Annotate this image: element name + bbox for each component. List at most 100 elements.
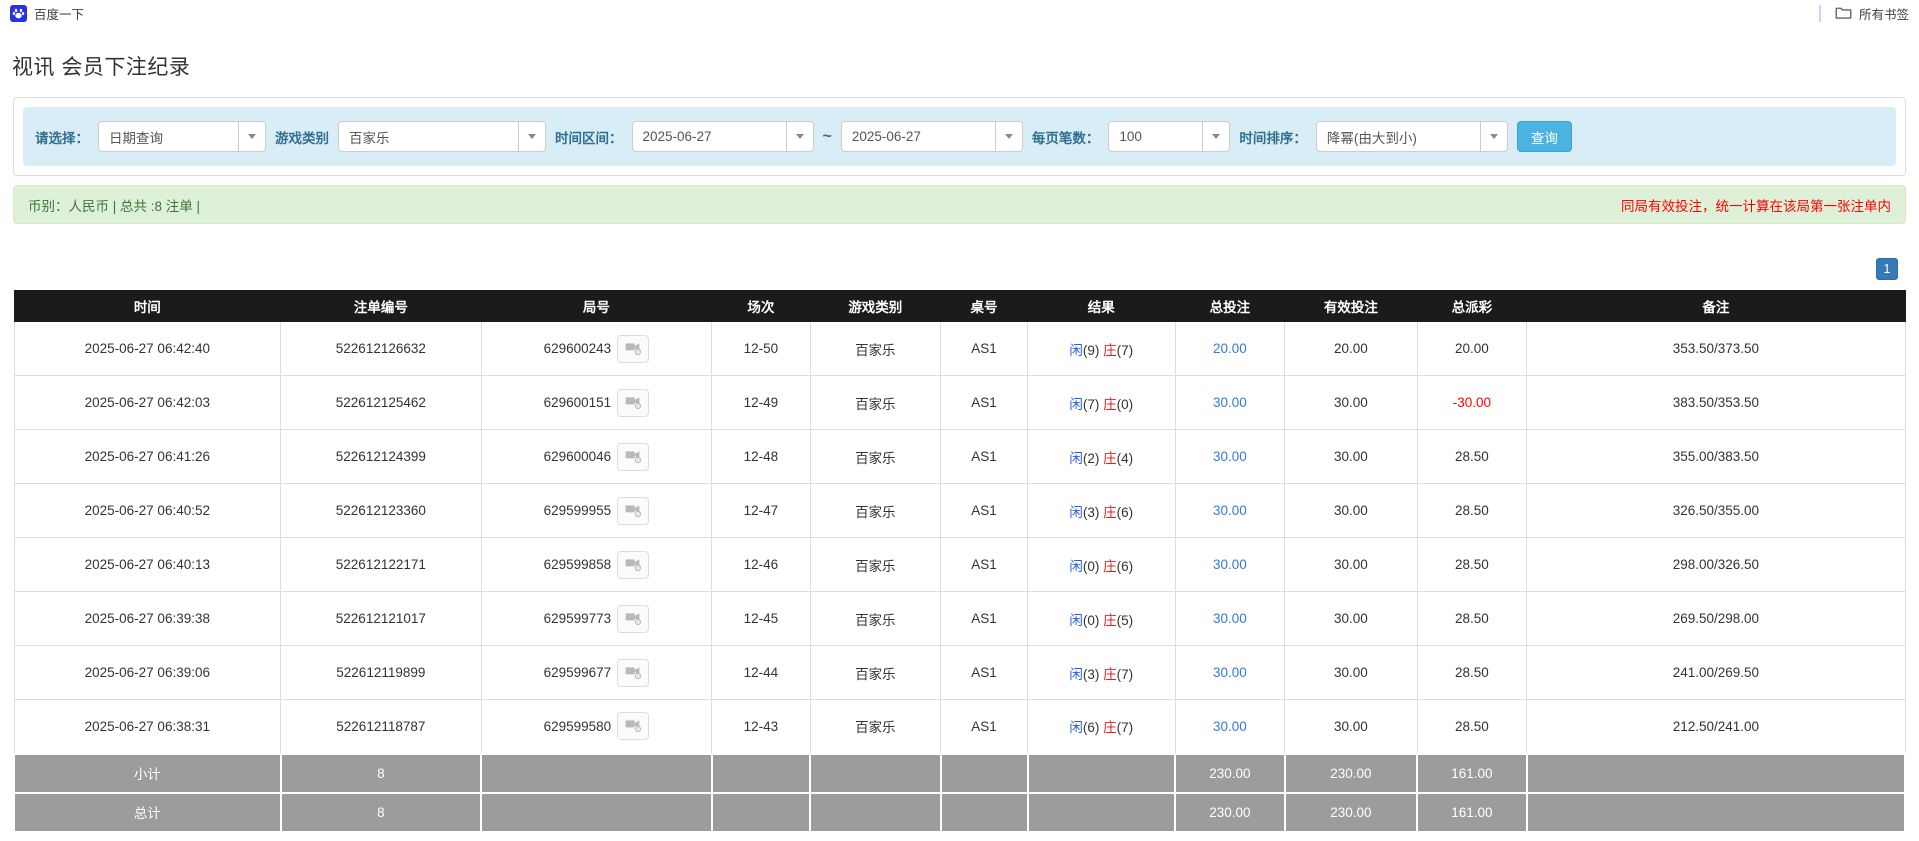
result-player: 闲 <box>1069 396 1083 412</box>
cell-valid-bet: 30.00 <box>1284 537 1418 592</box>
total-bet-link[interactable]: 30.00 <box>1213 395 1247 410</box>
date-to-value: 2025-06-27 <box>851 129 921 144</box>
cell-payout: 28.50 <box>1416 537 1528 592</box>
cell-result: 闲(0) 庄(5) <box>1027 591 1176 646</box>
video-replay-button[interactable] <box>617 334 650 363</box>
round-number: 629600046 <box>543 449 612 464</box>
cell-round: 629599773 <box>480 591 713 646</box>
sum-valid-bet: 230.00 <box>1283 752 1419 794</box>
query-type-select[interactable]: 日期查询 <box>98 121 266 152</box>
total-bet-link[interactable]: 30.00 <box>1213 611 1247 626</box>
page-size-select[interactable]: 100 <box>1108 121 1231 152</box>
result-banker-count: (5) <box>1116 612 1134 628</box>
sum-empty-round <box>480 752 713 794</box>
cell-total-bet: 30.00 <box>1174 591 1286 646</box>
page-1-button[interactable]: 1 <box>1876 258 1898 280</box>
result-player: 闲 <box>1069 612 1083 628</box>
sum-empty-game <box>809 752 942 794</box>
cell-table-no: AS1 <box>940 375 1029 430</box>
sort-order-value: 降幂(由大到小) <box>1326 130 1417 146</box>
result-player-count: (7) <box>1082 396 1100 412</box>
video-replay-button[interactable] <box>617 604 650 633</box>
total-bet-link[interactable]: 30.00 <box>1213 665 1247 680</box>
table-row: 2025-06-27 06:38:31 522612118787 629599580… <box>13 699 1906 754</box>
table-row: 2025-06-27 06:41:26 522612124399 629600046… <box>13 429 1906 484</box>
sum-empty-round <box>480 791 713 833</box>
total-bet-link[interactable]: 30.00 <box>1213 503 1247 518</box>
total-bet-link[interactable]: 20.00 <box>1213 341 1247 356</box>
chevron-down-icon <box>238 122 265 151</box>
cell-bet-id: 522612122171 <box>280 537 482 592</box>
cell-valid-bet: 30.00 <box>1284 591 1418 646</box>
cell-remark: 355.00/383.50 <box>1526 429 1906 484</box>
cell-total-bet: 30.00 <box>1174 699 1286 754</box>
cell-game: 百家乐 <box>809 537 942 592</box>
cell-payout: 28.50 <box>1416 591 1528 646</box>
cell-result: 闲(3) 庄(6) <box>1027 483 1176 538</box>
sort-order-select[interactable]: 降幂(由大到小) <box>1315 121 1508 152</box>
column-header: 注单编号 <box>280 290 482 322</box>
cell-session: 12-46 <box>711 537 811 592</box>
sum-empty-remark <box>1525 752 1907 794</box>
bet-records-table: 时间 注单编号 局号 场次 游戏类别 桌号 结果 总投注 有效投注 总派彩 备注 2025-06-2… <box>13 290 1907 833</box>
sort-order-label: 时间排序： <box>1239 130 1307 146</box>
cell-time: 2025-06-27 06:42:03 <box>13 375 282 430</box>
sum-total-bet: 230.00 <box>1174 791 1286 833</box>
cell-game: 百家乐 <box>809 645 942 700</box>
cell-bet-id: 522612125462 <box>280 375 482 430</box>
result-banker: 庄 <box>1103 450 1117 466</box>
game-category-select[interactable]: 百家乐 <box>338 121 546 152</box>
cell-round: 629599677 <box>480 645 713 700</box>
round-number: 629600243 <box>543 341 612 356</box>
video-replay-button[interactable] <box>617 658 650 687</box>
cell-valid-bet: 20.00 <box>1284 321 1418 376</box>
result-player: 闲 <box>1069 450 1083 466</box>
range-separator: ~ <box>822 127 832 145</box>
video-camera-icon <box>625 717 642 735</box>
page-title: 视讯 会员下注纪录 <box>12 56 191 79</box>
round-number: 629599858 <box>543 557 612 572</box>
bookmarks-bar: 百度一下 所有书签 <box>0 0 1919 27</box>
cell-session: 12-43 <box>711 699 811 754</box>
filter-panel: 请选择： 日期查询 游戏类别 百家乐 时间区间： 2025-06-27 ~ 20… <box>13 97 1906 176</box>
sum-empty-table <box>939 752 1029 794</box>
cell-total-bet: 30.00 <box>1174 429 1286 484</box>
video-camera-icon <box>625 394 642 412</box>
video-replay-button[interactable] <box>617 496 650 525</box>
total-bet-link[interactable]: 30.00 <box>1213 557 1247 572</box>
video-replay-button[interactable] <box>617 388 650 417</box>
column-header: 结果 <box>1027 290 1176 322</box>
chevron-down-icon <box>1202 122 1229 151</box>
video-replay-button[interactable] <box>617 550 650 579</box>
bookmark-baidu[interactable]: 百度一下 <box>10 4 84 23</box>
cell-result: 闲(6) 庄(7) <box>1027 699 1176 754</box>
all-bookmarks-button[interactable]: 所有书签 <box>1835 4 1909 23</box>
video-camera-icon <box>625 664 642 682</box>
result-player: 闲 <box>1069 720 1083 736</box>
column-header: 有效投注 <box>1284 290 1418 322</box>
bookmark-label: 百度一下 <box>34 8 85 22</box>
date-from-select[interactable]: 2025-06-27 <box>631 121 814 152</box>
total-bet-link[interactable]: 30.00 <box>1213 719 1247 734</box>
result-player: 闲 <box>1069 666 1083 682</box>
cell-time: 2025-06-27 06:39:06 <box>13 645 282 700</box>
video-replay-button[interactable] <box>617 442 650 471</box>
date-from-value: 2025-06-27 <box>642 129 712 144</box>
round-number: 629599580 <box>543 718 612 734</box>
date-to-select[interactable]: 2025-06-27 <box>840 121 1023 152</box>
cell-total-bet: 30.00 <box>1174 483 1286 538</box>
cell-total-bet: 30.00 <box>1174 537 1286 592</box>
cell-bet-id: 522612118787 <box>280 699 482 754</box>
cell-payout: 28.50 <box>1416 699 1528 754</box>
cell-payout: 28.50 <box>1416 429 1528 484</box>
cell-remark: 212.50/241.00 <box>1526 699 1906 754</box>
cell-game: 百家乐 <box>809 699 942 754</box>
cell-session: 12-49 <box>711 375 811 430</box>
result-banker: 庄 <box>1103 558 1117 574</box>
cell-round: 629599580 <box>480 699 713 754</box>
sum-valid-bet: 230.00 <box>1283 791 1419 833</box>
video-replay-button[interactable] <box>617 712 650 741</box>
search-button[interactable]: 查询 <box>1516 121 1572 152</box>
total-bet-link[interactable]: 30.00 <box>1213 449 1247 464</box>
cell-game: 百家乐 <box>809 321 942 376</box>
